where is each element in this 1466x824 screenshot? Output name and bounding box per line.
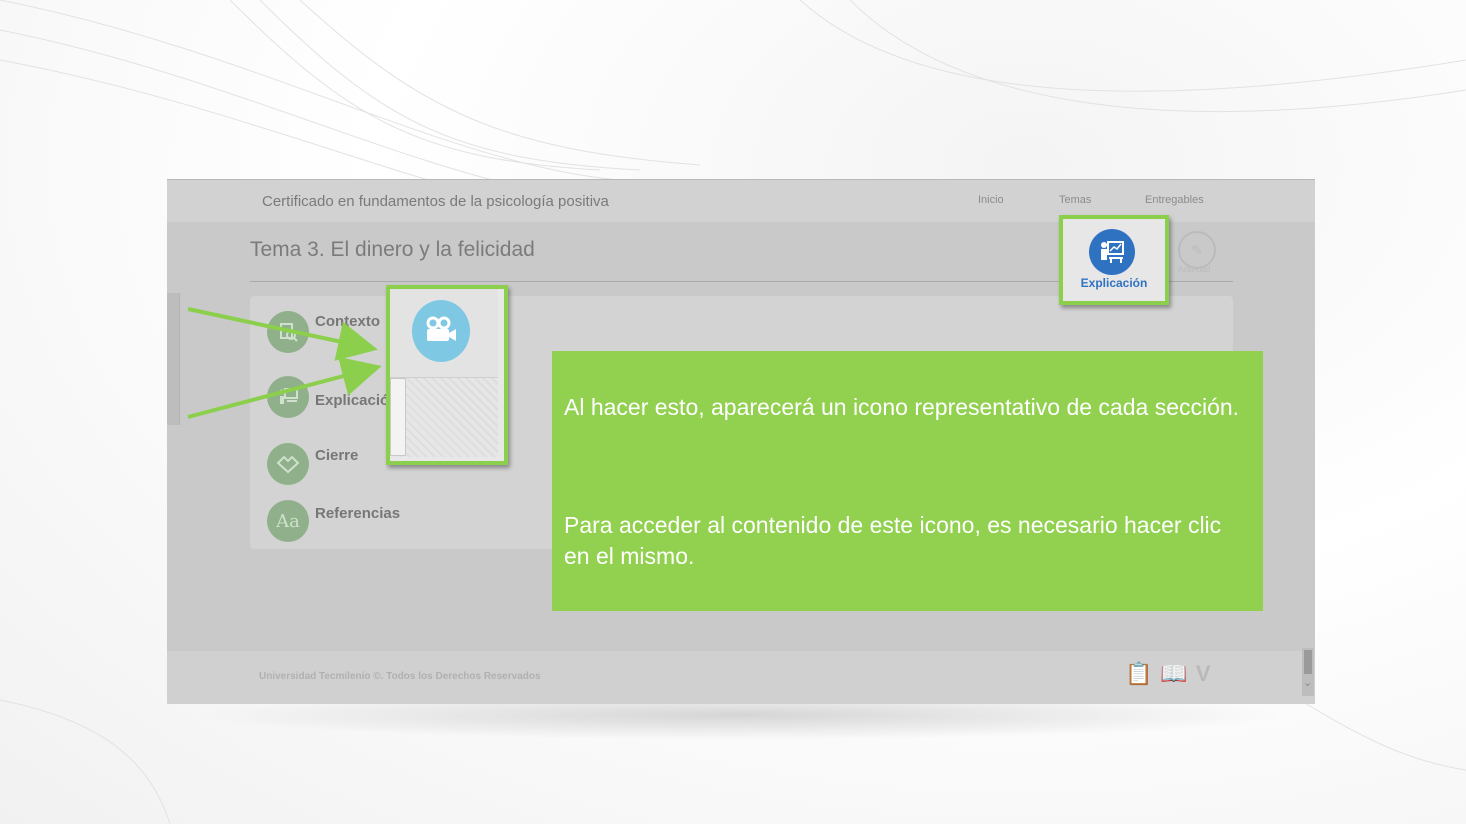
page-scrollbar[interactable]: ⌄ — [1302, 648, 1314, 696]
presentation-board-icon — [1089, 229, 1135, 275]
callout-paragraph-1: Al hacer esto, aparecerá un icono repres… — [564, 394, 1240, 420]
handshake-icon — [267, 443, 309, 485]
footer: Universidad Tecmilenio ©. Todos los Dere… — [167, 651, 1315, 704]
book-icon[interactable]: 📖 — [1160, 661, 1187, 687]
nav-inicio-link[interactable]: Inicio — [978, 194, 1004, 206]
footer-icon-group: 📋 📖 V — [1125, 661, 1211, 687]
tecmilenio-logo-icon: V — [1195, 661, 1211, 686]
actividad-icon[interactable]: ✎ — [1178, 231, 1216, 269]
referencias-aa-icon: Aa — [267, 500, 309, 542]
video-icon-tile[interactable] — [390, 289, 498, 378]
instruction-callout: Al hacer esto, aparecerá un icono repres… — [552, 351, 1263, 611]
left-edge-tab — [167, 293, 180, 425]
explicacion-icon-highlight[interactable]: Explicación — [1059, 215, 1169, 305]
clipboard-icon[interactable]: 📋 — [1125, 661, 1152, 687]
page-title: Tema 3. El dinero y la felicidad — [250, 238, 535, 261]
video-popup-body — [394, 378, 498, 457]
actividad-label: Actividad — [1178, 265, 1211, 274]
menu-label-cierre: Cierre — [315, 447, 359, 464]
scroll-down-arrow-icon[interactable]: ⌄ — [1303, 676, 1312, 689]
video-icon-highlight[interactable] — [386, 285, 508, 465]
nav-entregables-link[interactable]: Entregables — [1145, 194, 1204, 206]
course-title: Certificado en fundamentos de la psicolo… — [262, 193, 609, 210]
footer-copyright: Universidad Tecmilenio ©. Todos los Dere… — [259, 671, 541, 682]
menu-label-contexto: Contexto — [315, 313, 380, 330]
callout-paragraph-2: Para acceder al contenido de este icono,… — [564, 512, 1222, 569]
video-popup-scrollbar[interactable] — [390, 378, 406, 456]
nav-temas-link[interactable]: Temas — [1059, 194, 1091, 206]
scrollbar-thumb[interactable] — [1304, 650, 1312, 674]
presentation-board-icon — [267, 376, 309, 418]
menu-label-referencias: Referencias — [315, 505, 401, 522]
explicacion-icon-label: Explicación — [1080, 276, 1148, 290]
video-camera-icon — [412, 300, 470, 362]
magnifier-doc-icon — [267, 311, 309, 353]
